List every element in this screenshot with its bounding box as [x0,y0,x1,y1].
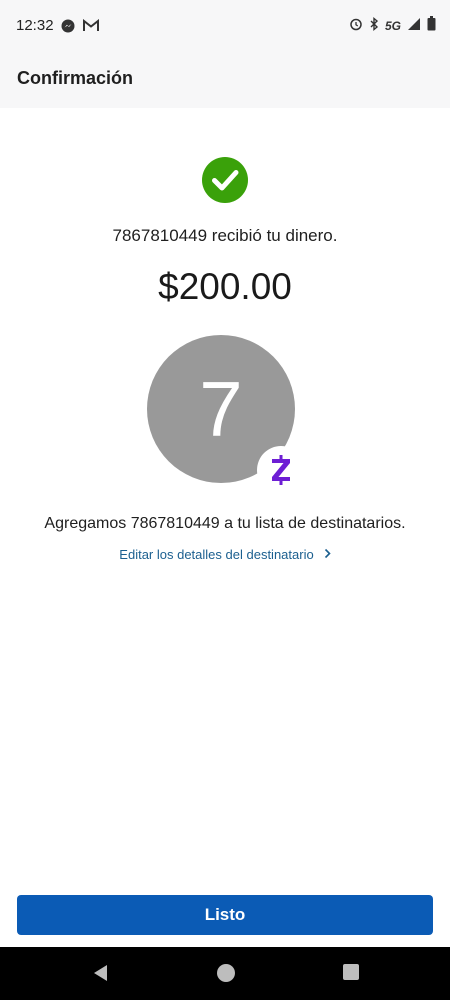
status-bar: 12:32 5G [0,0,450,56]
check-circle-icon [202,157,248,203]
battery-icon [427,16,436,36]
alarm-icon [349,17,363,36]
bluetooth-icon [369,16,379,36]
zelle-icon [257,446,305,494]
received-message: 7867810449 recibió tu dinero. [112,226,338,245]
status-right-group: 5G [349,16,436,36]
back-icon[interactable] [91,963,109,988]
page-title: Confirmación [17,68,134,88]
gmail-icon [83,18,99,38]
signal-icon [407,17,421,36]
done-button[interactable]: Listo [17,895,433,935]
added-to-recipients-message: Agregamos 7867810449 a tu lista de desti… [44,515,406,532]
notification-icons [61,18,99,38]
edit-recipient-link-label: Editar los detalles del destinatario [119,547,314,562]
app-bar: Confirmación [0,56,450,108]
messenger-icon [61,19,75,38]
recents-icon[interactable] [342,963,360,986]
system-nav-bar [0,947,450,1000]
home-icon[interactable] [216,963,236,988]
status-time: 12:32 [16,17,54,34]
edit-recipient-link[interactable]: Editar los detalles del destinatario [0,547,450,562]
amount: $200.00 [158,266,292,307]
network-type: 5G [384,19,401,33]
chevron-right-icon [324,547,331,562]
